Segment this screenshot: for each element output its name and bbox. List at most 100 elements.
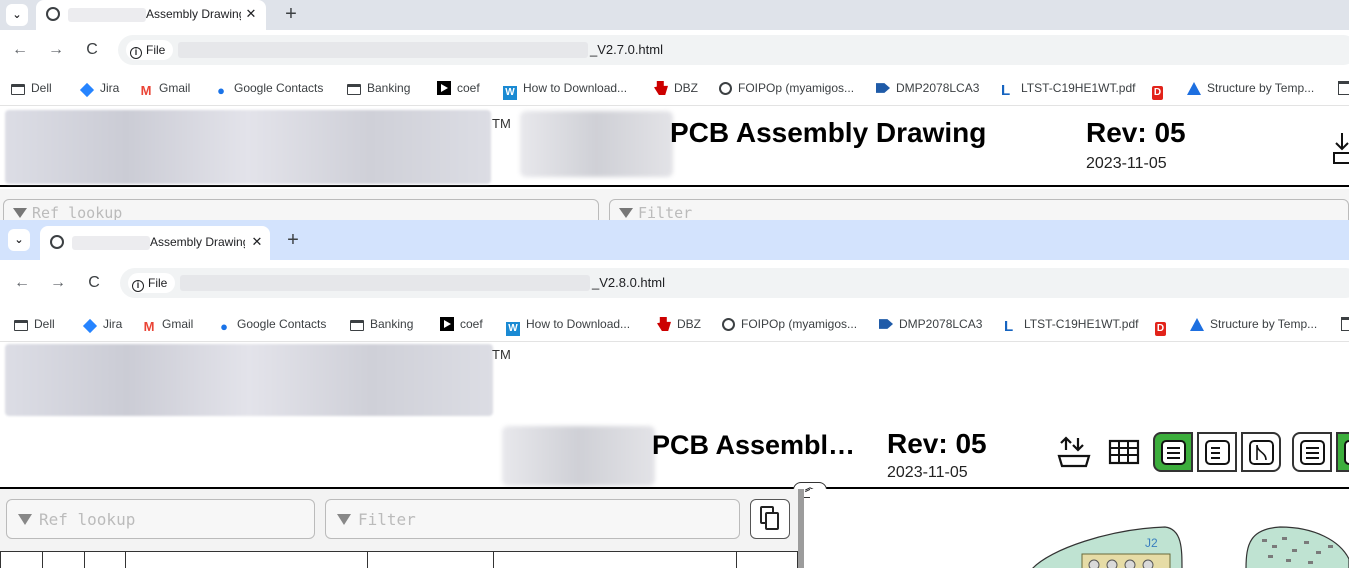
bookmark-coef[interactable]: coef [437, 80, 480, 96]
site-info-button[interactable]: i File [126, 40, 174, 60]
pcb-page: TM PCB Assembl… Rev: 05 2023-11-05 Ref l… [0, 342, 1349, 568]
bookmark-gmail[interactable]: M Gmail [139, 80, 191, 98]
filter-input[interactable]: Filter [325, 499, 740, 539]
bookmark-coef[interactable]: coef [440, 316, 483, 332]
table-column [43, 552, 85, 568]
back-button[interactable]: ← [12, 273, 32, 293]
info-icon: i [132, 280, 144, 292]
back-button[interactable]: ← [10, 40, 30, 60]
site-info-label: File [148, 276, 168, 290]
page-title: PCB Assembl… [652, 430, 856, 460]
copy-icon [765, 512, 779, 530]
bookmark-banking[interactable]: Banking [347, 80, 410, 96]
w-icon: W [503, 86, 517, 100]
info-icon: i [130, 47, 142, 59]
close-icon[interactable]: ✕ [248, 233, 266, 251]
bookmark-google-contacts[interactable]: ● Google Contacts [214, 80, 323, 98]
url-filename: _V2.7.0.html [590, 42, 663, 57]
bookmark-gmail[interactable]: M Gmail [142, 316, 194, 334]
redacted-url [178, 42, 588, 58]
redacted-logo [5, 110, 491, 184]
layout-toggle-list[interactable] [1197, 432, 1237, 472]
bookmark-dbz[interactable]: DBZ [654, 80, 698, 96]
tab-assembly-drawing[interactable]: Assembly Drawing ✕ [40, 226, 270, 260]
tab-search-button[interactable]: ⌄ [6, 4, 28, 26]
ref-lookup-input[interactable]: Ref lookup [3, 199, 599, 220]
tab-assembly-drawing[interactable]: Assembly Drawing ✕ [36, 0, 266, 30]
bookmark-overflow[interactable] [1338, 80, 1349, 96]
tab-strip: ⌄ Assembly Drawing ✕ + [0, 0, 1349, 30]
bookmark-how-to-download[interactable]: W How to Download... [503, 80, 627, 100]
tab-search-button[interactable]: ⌄ [8, 229, 30, 251]
digikey-icon: D [1155, 322, 1166, 336]
tab-title: Assembly Drawing [146, 7, 241, 21]
close-icon[interactable]: ✕ [242, 5, 260, 23]
diodes-icon [876, 83, 890, 93]
bookmark-dell[interactable]: Dell [11, 80, 52, 96]
upload-icon[interactable] [1332, 131, 1349, 165]
filter-input[interactable]: Filter [609, 199, 1349, 220]
pcb-canvas[interactable]: J2 [810, 489, 1349, 568]
ref-lookup-input[interactable]: Ref lookup [6, 499, 315, 539]
forward-button[interactable]: → [46, 40, 66, 60]
grid-icon[interactable] [1106, 434, 1142, 470]
trademark-mark: TM [492, 116, 511, 131]
bookmark-jira[interactable]: Jira [79, 80, 119, 98]
bookmark-digikey[interactable]: D [1152, 80, 1169, 100]
upload-icon[interactable] [1056, 434, 1092, 470]
board-label: J2 [1145, 536, 1158, 550]
bookmark-banking[interactable]: Banking [350, 316, 413, 332]
bookmark-digikey[interactable]: D [1155, 316, 1172, 336]
bookmark-how-to-download[interactable]: W How to Download... [506, 316, 630, 336]
browser-toolbar: ← → C i File _V2.8.0.html [0, 260, 1349, 306]
bookmarks-bar: Dell Jira M Gmail ● Google Contacts Bankin… [0, 70, 1349, 106]
reload-button[interactable]: C [84, 273, 104, 293]
bom-view-toggle-split[interactable] [1336, 432, 1349, 472]
forward-button[interactable]: → [48, 273, 68, 293]
folder-icon [347, 84, 361, 95]
bookmark-dmp2078lca3[interactable]: DMP2078LCA3 [879, 316, 982, 332]
bom-list-icon [1161, 440, 1186, 465]
bookmark-structure[interactable]: Structure by Temp... [1187, 80, 1314, 96]
copy-button[interactable] [750, 499, 790, 539]
layout-toggle-front[interactable] [1153, 432, 1193, 472]
bookmark-foipop[interactable]: FOIPOp (myamigos... [722, 316, 857, 332]
bookmark-ltst-pdf[interactable]: L LTST-C19HE1WT.pdf [1004, 316, 1138, 334]
trademark-mark: TM [492, 347, 511, 362]
structure-icon [1190, 318, 1204, 331]
revision-label: Rev: 05 [887, 428, 987, 459]
bookmark-jira[interactable]: Jira [82, 316, 122, 334]
bookmark-google-contacts[interactable]: ● Google Contacts [217, 316, 326, 334]
revision-date: 2023-11-05 [1086, 155, 1167, 172]
revision-label: Rev: 05 [1086, 117, 1186, 148]
redacted-board-name [520, 111, 673, 177]
layout-toggle-netlist[interactable] [1241, 432, 1281, 472]
bookmark-foipop[interactable]: FOIPOp (myamigos... [719, 80, 854, 96]
bookmark-ltst-pdf[interactable]: L LTST-C19HE1WT.pdf [1001, 80, 1135, 98]
address-bar[interactable]: i File _V2.7.0.html [118, 35, 1349, 65]
site-info-button[interactable]: i File [128, 273, 176, 293]
revision-date: 2023-11-05 [887, 464, 968, 481]
bookmark-dmp2078lca3[interactable]: DMP2078LCA3 [876, 80, 979, 96]
table-column [1, 552, 43, 568]
bookmark-structure[interactable]: Structure by Temp... [1190, 316, 1317, 332]
address-bar[interactable]: i File _V2.8.0.html [120, 268, 1349, 298]
bom-view-toggle[interactable] [1292, 432, 1332, 472]
gmail-icon: M [143, 319, 155, 334]
folder-icon [11, 84, 25, 95]
bookmarks-bar: Dell Jira M Gmail ● Google Contacts Bankin… [0, 306, 1349, 342]
bookmark-dell[interactable]: Dell [14, 316, 55, 332]
new-tab-button[interactable]: + [282, 228, 304, 252]
site-info-label: File [146, 43, 166, 57]
bookmark-overflow[interactable] [1341, 316, 1349, 332]
netlist-icon [1249, 440, 1274, 465]
w-icon: W [506, 322, 520, 336]
digikey-icon: D [1152, 86, 1163, 100]
new-tab-button[interactable]: + [280, 2, 302, 26]
bookmark-dbz[interactable]: DBZ [657, 316, 701, 332]
reload-button[interactable]: C [82, 40, 102, 60]
folder-icon [350, 320, 364, 331]
pcb-board-render: J2 [1032, 526, 1349, 568]
url-filename: _V2.8.0.html [592, 275, 665, 290]
filter-icon [13, 208, 27, 218]
